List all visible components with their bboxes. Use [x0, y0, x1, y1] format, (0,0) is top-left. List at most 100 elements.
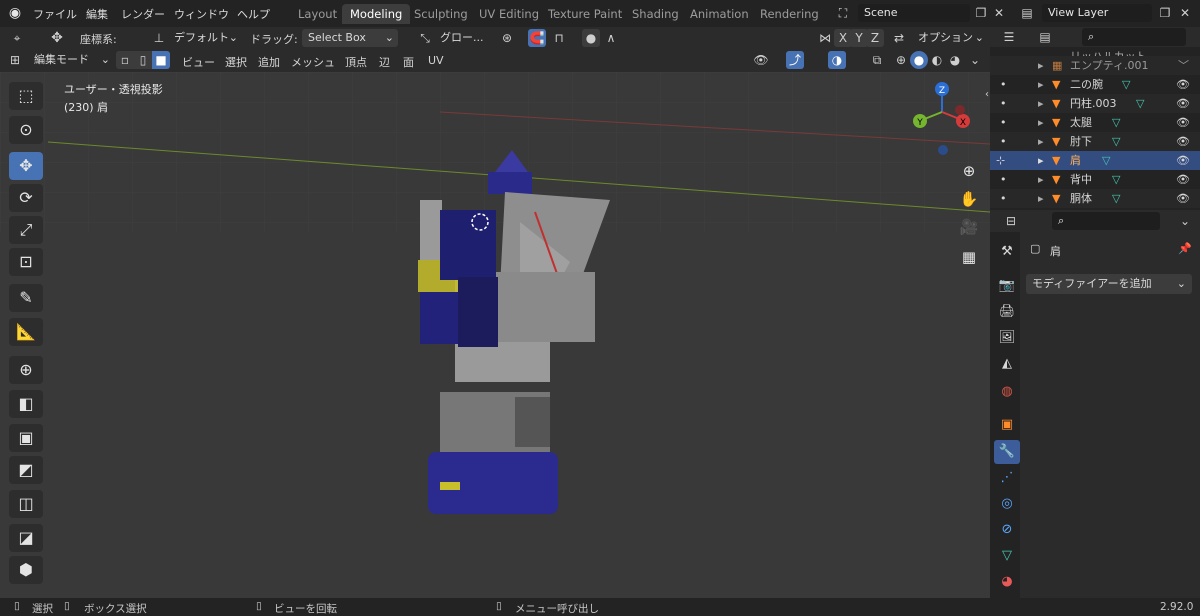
properties-search-input[interactable]: ⌕	[1052, 212, 1160, 230]
chevron-down-icon[interactable]: ⌄	[1176, 212, 1194, 230]
tab-rendering[interactable]: Rendering	[752, 4, 827, 24]
proportional-edit-icon[interactable]: ●	[582, 29, 600, 47]
blender-logo-icon[interactable]: ◉	[6, 4, 24, 22]
expand-arrow-icon[interactable]: ▸	[1038, 151, 1044, 170]
poly-build-tool-icon[interactable]: ⬢	[9, 556, 43, 584]
snap-icon[interactable]: 🧲	[528, 29, 546, 47]
world-properties-icon[interactable]: ◍	[994, 380, 1020, 404]
render-properties-icon[interactable]: 📷	[994, 274, 1020, 298]
orientation-dropdown[interactable]: デフォルト ⌄	[168, 29, 240, 47]
expand-arrow-icon[interactable]: ▸	[1038, 189, 1044, 208]
expand-arrow-icon[interactable]: ▸	[1038, 94, 1044, 113]
snap-target-icon[interactable]: ⊓	[550, 29, 568, 47]
scene-properties-icon[interactable]: ◭	[994, 352, 1020, 376]
menu-view[interactable]: ビュー	[182, 54, 215, 70]
visibility-eye-icon[interactable]: 👁	[752, 51, 770, 69]
solid-shading-icon[interactable]: ●	[910, 51, 928, 69]
outliner-row[interactable]: • ▸ ▼ 二の腕 ▽ 👁	[990, 75, 1200, 94]
face-select-icon[interactable]: ■	[152, 51, 170, 69]
mirror-icon[interactable]: ⋈	[816, 29, 834, 47]
inset-tool-icon[interactable]: ▣	[9, 424, 43, 452]
eye-icon[interactable]: 👁	[1176, 75, 1190, 94]
tab-animation[interactable]: Animation	[682, 4, 757, 24]
xray-icon[interactable]: ⧉	[868, 51, 886, 69]
menu-edit[interactable]: 編集	[86, 6, 108, 22]
outliner-row[interactable]: • ▸ ▼ 胴体 ▽ 👁	[990, 189, 1200, 208]
expand-arrow-icon[interactable]: ▸	[1038, 75, 1044, 94]
material-shading-icon[interactable]: ◐	[928, 51, 946, 69]
menu-window[interactable]: ウィンドウ	[174, 6, 229, 22]
pan-hand-icon[interactable]: ✋	[956, 186, 982, 212]
menu-vertex[interactable]: 頂点	[345, 54, 367, 70]
expand-arrow-icon[interactable]: ▸	[1038, 132, 1044, 151]
menu-select[interactable]: 選択	[225, 54, 247, 70]
add-modifier-dropdown[interactable]: モディファイアーを追加 ⌄	[1026, 274, 1192, 294]
menu-mesh[interactable]: メッシュ	[291, 54, 335, 70]
outliner-row[interactable]: • ▸ ▼ 背中 ▽ 👁	[990, 170, 1200, 189]
tab-sculpting[interactable]: Sculpting	[406, 4, 476, 24]
particle-properties-icon[interactable]: ⋰	[994, 466, 1020, 490]
pin-icon[interactable]: 📌	[1178, 242, 1192, 255]
falloff-icon[interactable]: ∧	[602, 29, 620, 47]
output-properties-icon[interactable]: 🖨	[994, 300, 1020, 324]
outliner-row[interactable]: • ▸ ▼ 太腿 ▽ 👁	[990, 113, 1200, 132]
tab-texture-paint[interactable]: Texture Paint	[540, 4, 630, 24]
editor-type-icon[interactable]: ⊞	[6, 51, 24, 69]
scene-close-icon[interactable]: ✕	[990, 4, 1008, 22]
eye-icon[interactable]: 👁	[1176, 189, 1190, 208]
cursor-tool-icon[interactable]: ⊙	[9, 116, 43, 144]
edge-select-icon[interactable]: ▯	[134, 51, 152, 69]
annotate-tool-icon[interactable]: ✎	[9, 284, 43, 312]
expand-arrow-icon[interactable]: ▸	[1038, 170, 1044, 189]
eye-icon[interactable]: 👁	[1176, 151, 1190, 170]
tab-shading[interactable]: Shading	[624, 4, 687, 24]
tab-layout[interactable]: Layout	[290, 4, 345, 24]
move-tool-icon[interactable]: ✥	[9, 152, 43, 180]
material-properties-icon[interactable]: ◕	[994, 570, 1020, 594]
eye-icon[interactable]: 👁	[1176, 132, 1190, 151]
eye-icon[interactable]: 👁	[1176, 113, 1190, 132]
add-cube-tool-icon[interactable]: ⊕	[9, 356, 43, 384]
vertex-select-icon[interactable]: ▫	[116, 51, 134, 69]
eye-icon[interactable]: 👁	[1176, 170, 1190, 189]
loop-cut-tool-icon[interactable]: ◫	[9, 490, 43, 518]
menu-edge[interactable]: 辺	[379, 54, 390, 70]
proportional-icon[interactable]: ⊛	[498, 29, 516, 47]
outliner-display-icon[interactable]: ☰	[1000, 28, 1018, 46]
outliner-row[interactable]: • ▸ ▼ 円柱.003 ▽ 👁	[990, 94, 1200, 113]
constraint-properties-icon[interactable]: ⊘	[994, 518, 1020, 542]
tab-uv-editing[interactable]: UV Editing	[471, 4, 547, 24]
outliner-row[interactable]: ▸ ▦ エンプティ.001 ﹀	[990, 56, 1200, 75]
select-box-tool-icon[interactable]: ⬚	[9, 82, 43, 110]
move-arrows-icon[interactable]: ✥	[48, 29, 66, 47]
auto-merge-icon[interactable]: ⇄	[890, 29, 908, 47]
menu-face[interactable]: 面	[403, 54, 414, 70]
menu-add[interactable]: 追加	[258, 54, 280, 70]
pivot-dropdown[interactable]: グロー...	[434, 29, 490, 47]
tool-properties-icon[interactable]: ⚒	[994, 240, 1020, 264]
mirror-z-button[interactable]: Z	[866, 29, 884, 47]
transform-tool-icon[interactable]: ⊡	[9, 248, 43, 276]
transform-tool-icon[interactable]: ⌖	[8, 29, 26, 47]
3d-viewport[interactable]: Z Y X ユーザー・透視投影 (230) 肩 ⊕ ✋ 🎥 ▦ ‹	[0, 72, 990, 598]
rotate-tool-icon[interactable]: ⟳	[9, 184, 43, 212]
zoom-icon[interactable]: ⊕	[956, 158, 982, 184]
mode-dropdown[interactable]: 編集モード ⌄	[28, 51, 112, 69]
drag-dropdown[interactable]: Select Box ⌄	[302, 29, 398, 47]
scene-name-field[interactable]: Scene	[858, 4, 970, 22]
options-dropdown[interactable]: オプション ⌄	[912, 29, 984, 47]
chevron-down-icon[interactable]: ﹀	[1178, 56, 1189, 75]
eye-icon[interactable]: 👁	[1176, 94, 1190, 113]
view-layer-properties-icon[interactable]: 🖼	[994, 326, 1020, 350]
wireframe-shading-icon[interactable]: ⊕	[892, 51, 910, 69]
view-layer-close-icon[interactable]: ✕	[1176, 4, 1194, 22]
outliner-filter-icon[interactable]: ▤	[1036, 28, 1054, 46]
view-layer-field[interactable]: View Layer	[1042, 4, 1152, 22]
view-layer-browse-icon[interactable]: ▤	[1018, 4, 1036, 22]
sidebar-toggle-icon[interactable]: ‹	[978, 86, 990, 104]
menu-uv[interactable]: UV	[428, 54, 444, 67]
outliner-row[interactable]: • ▸ ▼ 肘下 ▽ 👁	[990, 132, 1200, 151]
bevel-tool-icon[interactable]: ◩	[9, 456, 43, 484]
properties-editor-icon[interactable]: ⊟	[1002, 212, 1020, 230]
extrude-tool-icon[interactable]: ◧	[9, 390, 43, 418]
